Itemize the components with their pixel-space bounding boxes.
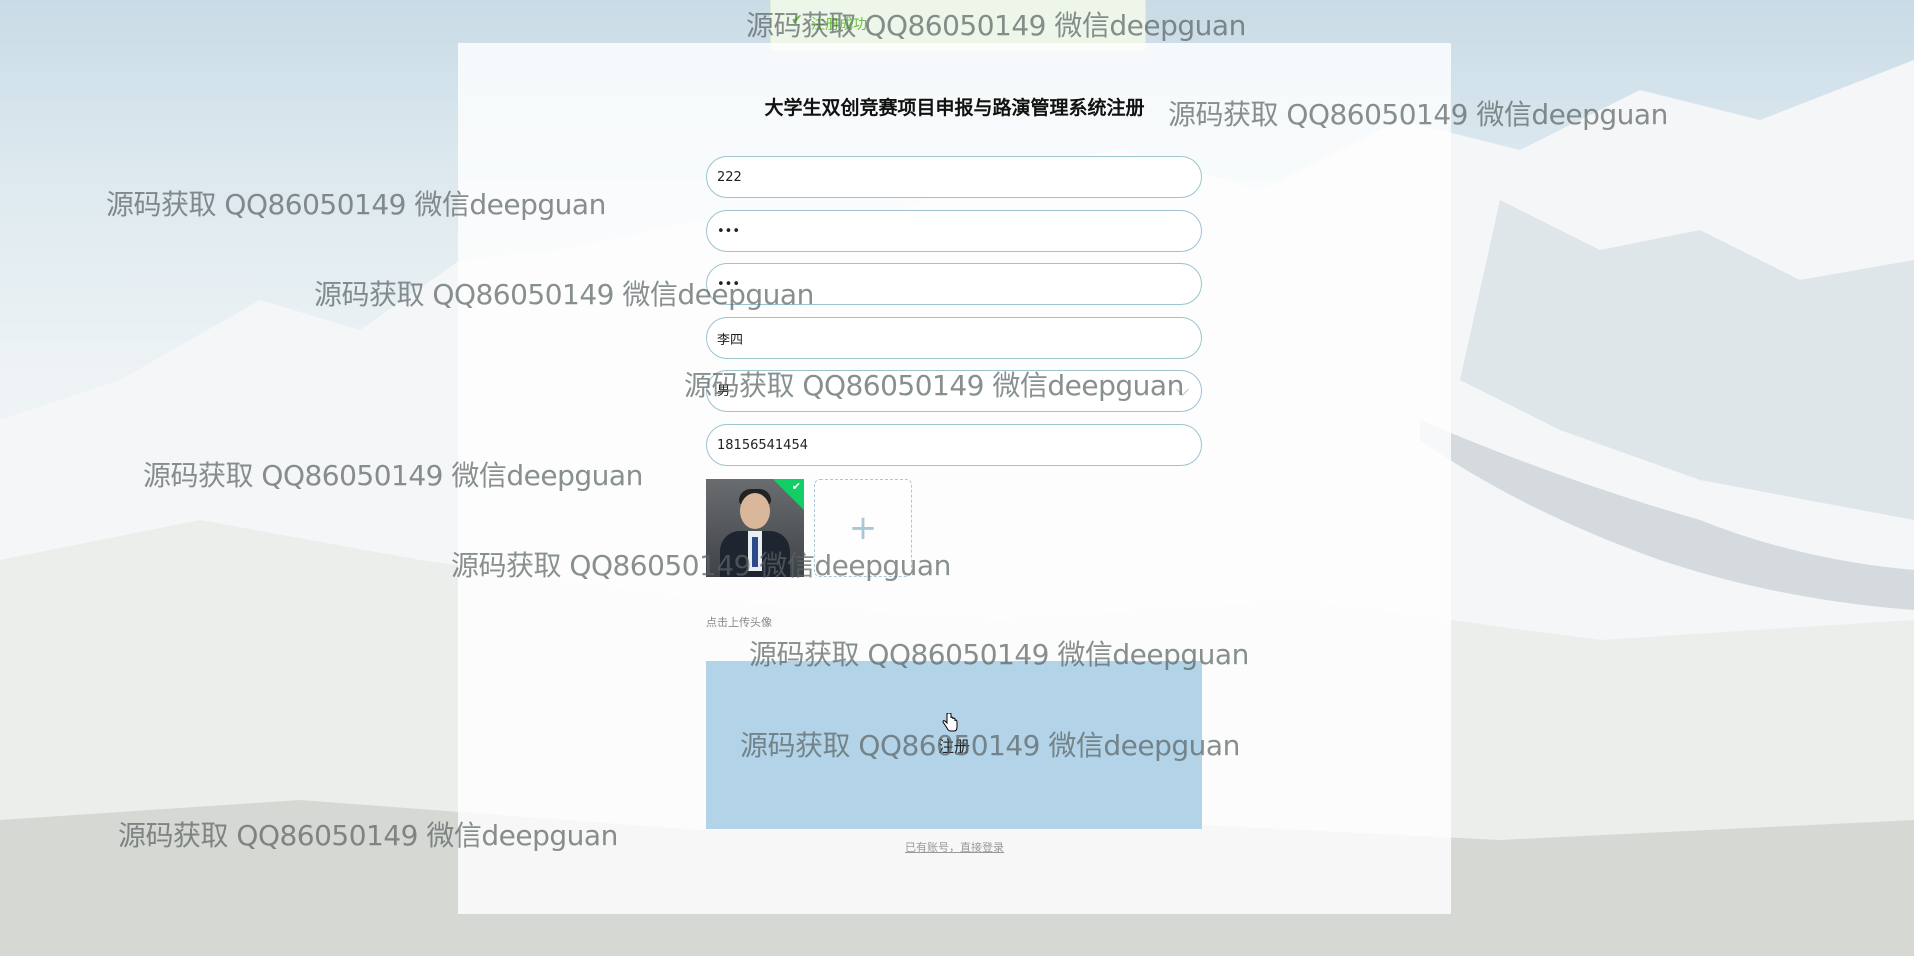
gender-select[interactable]: 男 (706, 370, 1202, 412)
real-name-input[interactable] (706, 317, 1202, 359)
register-button[interactable]: 注册 (706, 661, 1202, 829)
page-title: 大学生双创竞赛项目申报与路演管理系统注册 (764, 97, 1145, 119)
toast-message: 注册成功 (811, 17, 867, 33)
confirm-password-input[interactable] (706, 263, 1202, 305)
avatar-preview[interactable]: ✔ (706, 479, 804, 577)
username-input[interactable] (706, 156, 1202, 198)
register-panel: 大学生双创竞赛项目申报与路演管理系统注册 男 ✔ + 点击上传头像 注册 已有账… (458, 43, 1451, 914)
plus-icon: + (848, 508, 878, 548)
password-input[interactable] (706, 210, 1202, 252)
upload-tip: 点击上传头像 (706, 616, 772, 629)
hand-cursor-icon (942, 713, 958, 732)
check-icon: ✔ (791, 480, 801, 493)
avatar-upload-button[interactable]: + (814, 479, 912, 577)
login-link[interactable]: 已有账号，直接登录 (458, 839, 1451, 855)
check-icon: ✔ (791, 12, 803, 28)
phone-input[interactable] (706, 424, 1202, 466)
